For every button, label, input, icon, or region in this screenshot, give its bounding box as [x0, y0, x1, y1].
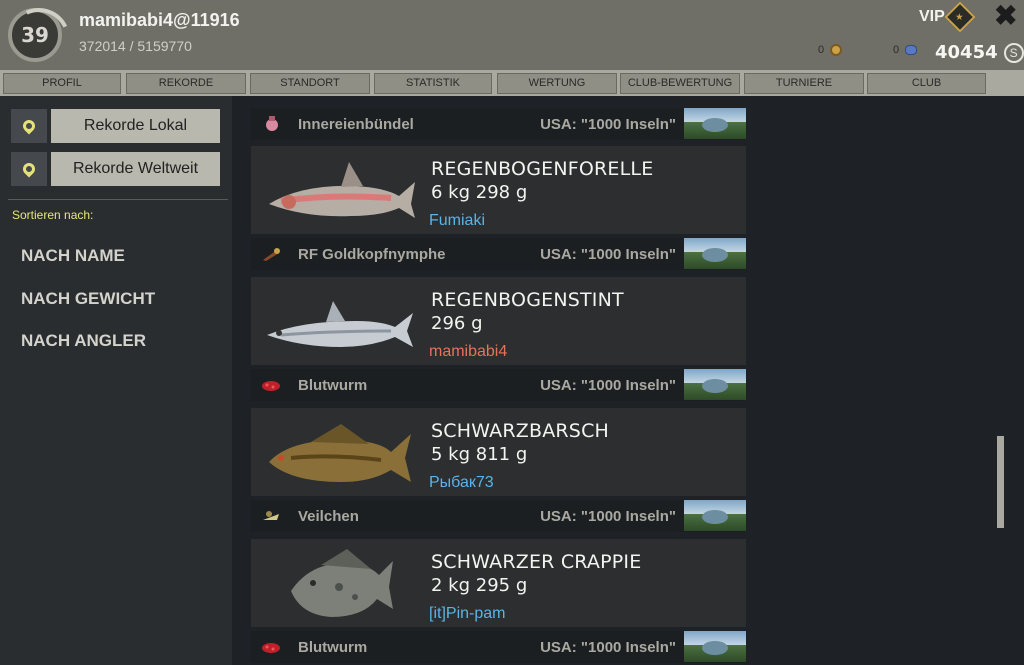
tab-profil[interactable]: PROFIL	[3, 73, 121, 94]
level-badge: 39	[8, 8, 62, 62]
angler-name[interactable]: mamibabi4	[429, 343, 507, 361]
sidebar: Rekorde Lokal Rekorde Weltweit Sortieren…	[0, 96, 232, 665]
fish-image	[267, 301, 413, 347]
sort-by-weight[interactable]: NACH GEWICHT	[21, 289, 155, 309]
fish-weight: 5 kg 811 g	[431, 444, 528, 465]
angler-name[interactable]: [it]Pin-pam	[429, 605, 505, 623]
tab-bar: PROFIL REKORDE STANDORT STATISTIK WERTUN…	[0, 70, 1024, 96]
silver-coin-icon: S	[1003, 42, 1024, 63]
location-thumbnail	[684, 238, 746, 269]
bait-name: Veilchen	[298, 508, 359, 525]
experience-progress: 372014 / 5159770	[79, 38, 192, 54]
bait-icon	[263, 511, 279, 520]
bait-coin-balance: 0	[818, 44, 843, 56]
location-pin-icon	[11, 109, 47, 143]
record-card[interactable]: REGENBOGENFORELLE 6 kg 298 g Fumiaki	[251, 146, 746, 234]
gem-icon	[905, 45, 918, 55]
bait-row: Blutwurm USA: "1000 Inseln"	[251, 369, 746, 401]
tab-standort[interactable]: STANDORT	[250, 73, 370, 94]
location-pin-icon	[11, 152, 47, 186]
bait-name: Innereienbündel	[298, 116, 414, 133]
bait-name: Blutwurm	[298, 639, 368, 656]
location-thumbnail	[684, 369, 746, 400]
sort-label: Sortieren nach:	[12, 208, 94, 222]
header: 39 mamibabi4@11916 372014 / 5159770 VIP …	[0, 0, 1024, 70]
bait-icon	[263, 248, 280, 261]
location-thumbnail	[684, 631, 746, 662]
record-card[interactable]: REGENBOGENSTINT 296 g mamibabi4	[251, 277, 746, 365]
bait-location: USA: "1000 Inseln"	[540, 508, 676, 525]
bait-location: USA: "1000 Inseln"	[540, 246, 676, 263]
bait-name: RF Goldkopfnymphe	[298, 246, 446, 263]
bait-row: Blutwurm USA: "1000 Inseln"	[251, 631, 746, 663]
sort-by-angler[interactable]: NACH ANGLER	[21, 331, 146, 351]
bait-location: USA: "1000 Inseln"	[540, 116, 676, 133]
bait-icon	[262, 643, 280, 653]
bait-coin-amount: 0	[818, 44, 825, 56]
vip-indicator[interactable]: VIP ★	[919, 1, 976, 33]
fish-name: SCHWARZER CRAPPIE	[431, 551, 642, 573]
fish-weight: 296 g	[431, 313, 483, 334]
records-local-label: Rekorde Lokal	[51, 109, 220, 143]
records-list[interactable]: Innereienbündel USA: "1000 Inseln" REGEN…	[232, 96, 1024, 665]
record-card[interactable]: SCHWARZER CRAPPIE 2 kg 295 g [it]Pin-pam	[251, 539, 746, 627]
location-thumbnail	[684, 500, 746, 531]
fish-name: REGENBOGENSTINT	[431, 289, 624, 311]
tab-statistik[interactable]: STATISTIK	[374, 73, 492, 94]
fish-image	[291, 549, 393, 617]
location-thumbnail	[684, 108, 746, 139]
bait-row: RF Goldkopfnymphe USA: "1000 Inseln"	[251, 238, 746, 270]
angler-name[interactable]: Fumiaki	[429, 212, 485, 230]
tab-wertung[interactable]: WERTUNG	[497, 73, 617, 94]
username: mamibabi4@11916	[79, 10, 240, 30]
vip-label: VIP	[919, 8, 945, 25]
records-local-button[interactable]: Rekorde Lokal	[11, 109, 220, 143]
bait-location: USA: "1000 Inseln"	[540, 377, 676, 394]
tab-turniere[interactable]: TURNIERE	[744, 73, 864, 94]
divider	[8, 199, 228, 200]
fish-image	[269, 424, 411, 482]
record-card[interactable]: SCHWARZBARSCH 5 kg 811 g Рыбак73	[251, 408, 746, 496]
records-world-button[interactable]: Rekorde Weltweit	[11, 152, 220, 186]
tab-rekorde[interactable]: REKORDE	[126, 73, 246, 94]
fish-weight: 6 kg 298 g	[431, 182, 528, 203]
silver-balance: 40454 S	[935, 42, 1024, 63]
vip-icon: ★	[944, 1, 976, 33]
gold-amount: 0	[893, 44, 900, 56]
coin-icon	[830, 44, 843, 56]
fish-name: REGENBOGENFORELLE	[431, 158, 654, 180]
fish-weight: 2 kg 295 g	[431, 575, 528, 596]
bait-icon	[262, 381, 280, 391]
bait-row: Innereienbündel USA: "1000 Inseln"	[251, 108, 746, 140]
bait-name: Blutwurm	[298, 377, 368, 394]
bait-location: USA: "1000 Inseln"	[540, 639, 676, 656]
gold-balance: 0	[893, 44, 918, 56]
sort-by-name[interactable]: NACH NAME	[21, 246, 125, 266]
close-icon[interactable]: ✖	[994, 2, 1017, 30]
records-world-label: Rekorde Weltweit	[51, 152, 220, 186]
fish-image	[269, 162, 415, 218]
bait-row: Veilchen USA: "1000 Inseln"	[251, 500, 746, 532]
scrollbar[interactable]	[997, 436, 1004, 528]
bait-icon	[266, 116, 278, 131]
tab-club[interactable]: CLUB	[867, 73, 986, 94]
tab-club-bewertung[interactable]: CLUB-BEWERTUNG	[620, 73, 740, 94]
fish-name: SCHWARZBARSCH	[431, 420, 610, 442]
level-number: 39	[21, 23, 49, 47]
angler-name[interactable]: Рыбак73	[429, 474, 494, 492]
silver-amount: 40454	[935, 42, 998, 63]
